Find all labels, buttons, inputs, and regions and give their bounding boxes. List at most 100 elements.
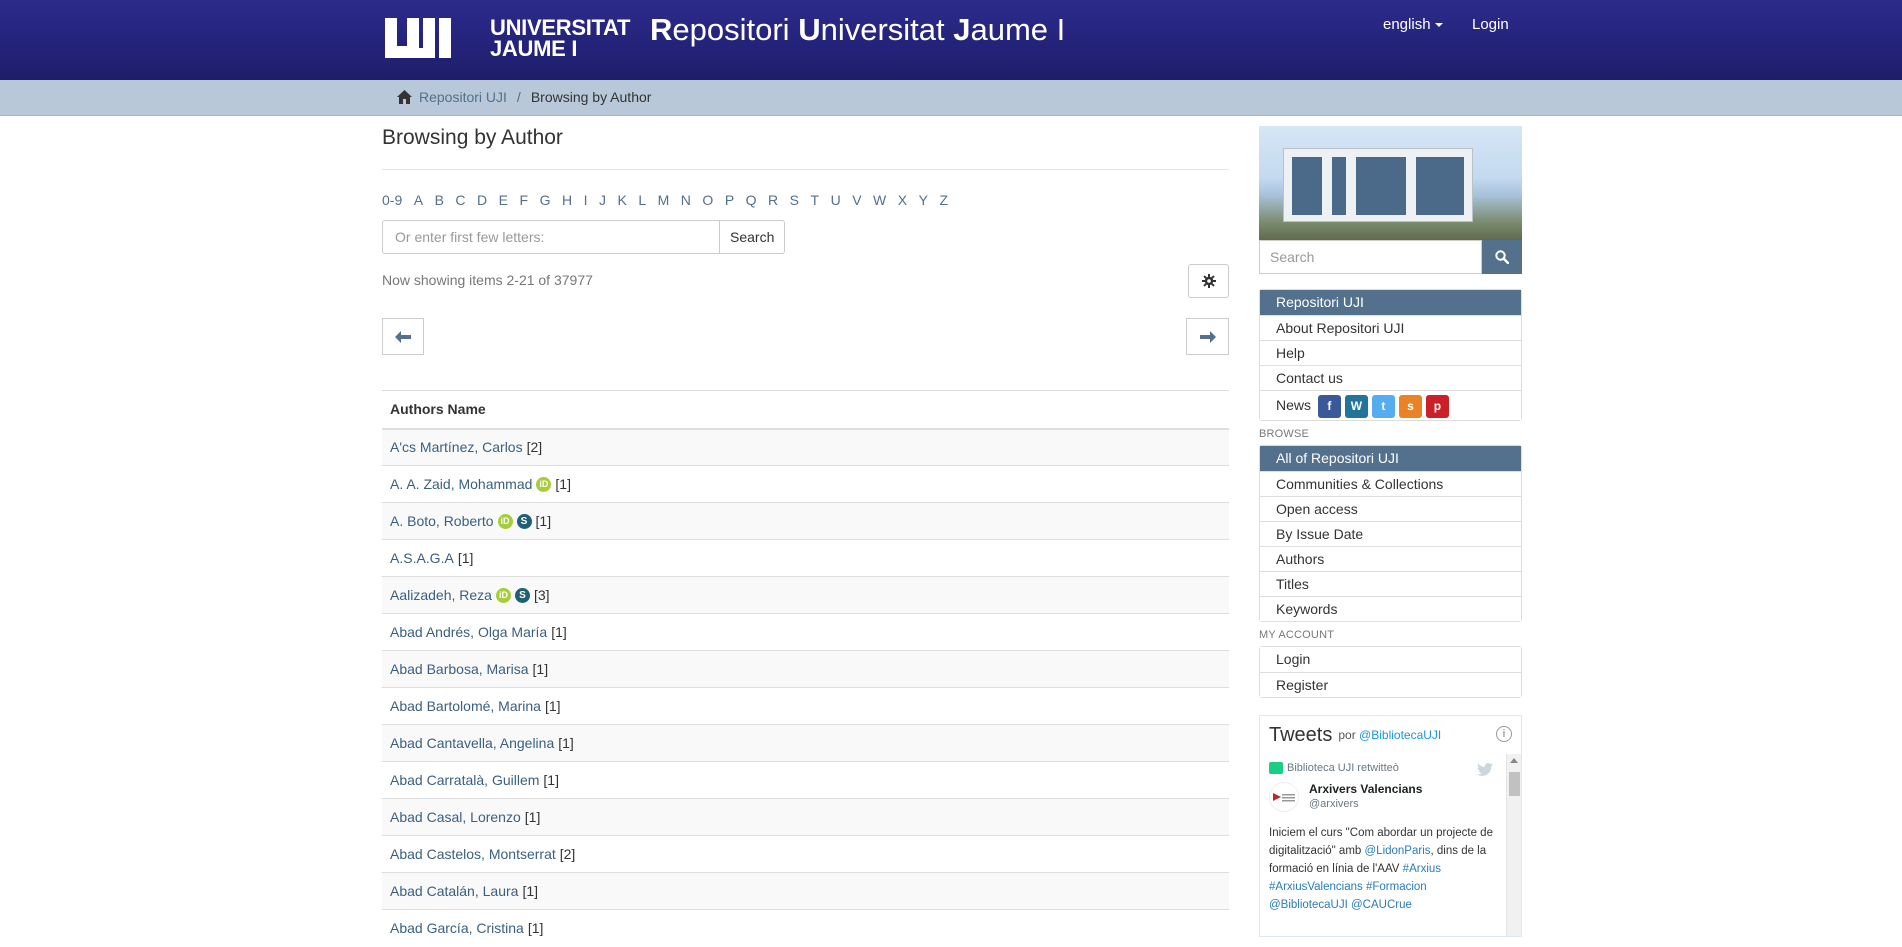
language-dropdown[interactable]: english [1383,16,1443,33]
letter-link-k[interactable]: K [617,192,626,208]
letter-link-t[interactable]: T [811,192,820,208]
author-link[interactable]: Abad Cantavella, Angelina [390,735,554,751]
account-item-login[interactable]: Login [1260,647,1521,672]
tweet-mention-3[interactable]: @CAUCrue [1351,899,1412,911]
browse-item-authors[interactable]: Authors [1260,546,1521,571]
tweet-mention-1[interactable]: @LidonParis [1365,845,1431,857]
home-icon[interactable] [397,90,412,104]
author-link[interactable]: A.S.A.G.A [390,550,454,566]
author-item-count: [2] [559,846,576,862]
letter-link-n[interactable]: N [681,192,691,208]
letter-link-f[interactable]: F [520,192,529,208]
wordpress-icon[interactable]: W [1344,394,1368,418]
slideshare-icon[interactable]: s [1398,394,1422,418]
letter-link-e[interactable]: E [499,192,508,208]
tweet-hashtag-1[interactable]: #Arxius [1403,863,1441,875]
browse-options-button[interactable] [1188,264,1229,298]
tweet-hashtag-3[interactable]: #Formacion [1366,881,1427,893]
pinterest-icon[interactable]: p [1425,394,1449,418]
browse-item-communities[interactable]: Communities & Collections [1260,471,1521,496]
author-link[interactable]: Abad Carratalà, Guillem [390,772,539,788]
sidebar-search-button[interactable] [1482,240,1522,274]
info-icon[interactable]: i [1496,726,1512,742]
browse-search-button[interactable]: Search [720,220,786,254]
tweet-mention-2[interactable]: @BibliotecaUJI [1269,899,1348,911]
browse-item-issue-date[interactable]: By Issue Date [1260,521,1521,546]
author-link[interactable]: A'cs Martínez, Carlos [390,439,523,455]
previous-page-button[interactable] [382,318,424,355]
letter-link-d[interactable]: D [477,192,487,208]
account-item-register[interactable]: Register [1260,672,1521,697]
scopus-icon[interactable]: S [514,588,530,604]
letter-link-u[interactable]: U [831,192,841,208]
letter-link-h[interactable]: H [562,192,572,208]
author-link[interactable]: Abad Casal, Lorenzo [390,809,521,825]
breadcrumb-separator: / [516,89,521,105]
letter-link-b[interactable]: B [435,192,444,208]
letter-link-p[interactable]: P [725,192,734,208]
tweet-hashtag-2[interactable]: #ArxiusValencians [1269,881,1363,893]
tweets-by-handle-link[interactable]: @BibliotecaUJI [1359,728,1441,742]
browse-item-titles[interactable]: Titles [1260,571,1521,596]
twitter-icon[interactable]: t [1371,394,1395,418]
letter-link-m[interactable]: M [658,192,670,208]
letter-link-v[interactable]: V [852,192,861,208]
scroll-up-icon[interactable] [1510,758,1518,763]
browse-all-header[interactable]: All of Repositori UJI [1260,446,1521,471]
letter-link-c[interactable]: C [455,192,465,208]
tweets-scrollbar[interactable] [1506,754,1521,936]
scrollbar-thumb[interactable] [1509,772,1520,796]
sidebar-search-input[interactable] [1259,240,1482,274]
letter-link-j[interactable]: J [599,192,606,208]
retweet-label[interactable]: Biblioteca UJI retwitteò [1287,762,1399,774]
next-page-button[interactable] [1186,318,1229,355]
author-link[interactable]: Abad García, Cristina [390,920,524,936]
author-item-count: [1] [543,772,559,788]
letter-link-0-9[interactable]: 0-9 [382,192,402,208]
breadcrumb-home-link[interactable]: Repositori UJI [419,89,507,105]
menu-item-news: News f W t s p [1260,390,1521,420]
letter-link-z[interactable]: Z [939,192,948,208]
menu-item-help[interactable]: Help [1260,340,1521,365]
author-link[interactable]: A. A. Zaid, Mohammad [390,476,532,492]
letter-link-a[interactable]: A [414,192,423,208]
letter-link-y[interactable]: Y [919,192,928,208]
scopus-icon[interactable]: S [516,514,532,530]
tweet-author-name: Arxivers Valencians [1309,782,1423,796]
author-link[interactable]: A. Boto, Roberto [390,513,494,529]
letter-link-w[interactable]: W [873,192,886,208]
orcid-icon[interactable]: iD [495,588,511,604]
menu-item-contact[interactable]: Contact us [1260,365,1521,390]
twitter-timeline: Tweets por @BibliotecaUJI i Biblioteca U… [1259,715,1522,937]
author-link[interactable]: Abad Castelos, Montserrat [390,846,556,862]
author-link[interactable]: Abad Barbosa, Marisa [390,661,529,677]
letter-link-x[interactable]: X [898,192,907,208]
letter-link-i[interactable]: I [584,192,588,208]
site-title[interactable]: Repositori Universitat Jaume I [650,12,1065,48]
header-login-link[interactable]: Login [1472,16,1509,33]
author-link[interactable]: Abad Andrés, Olga María [390,624,547,640]
letter-link-r[interactable]: R [768,192,778,208]
facebook-icon[interactable]: f [1317,394,1341,418]
letter-link-s[interactable]: S [790,192,799,208]
starts-with-input[interactable] [382,220,720,254]
uji-logo[interactable]: UNIVERSITAT JAUME I [385,17,630,61]
author-link[interactable]: Abad Bartolomé, Marina [390,698,541,714]
letter-link-o[interactable]: O [702,192,713,208]
table-row: Abad Carratalà, Guillem [1] [382,761,1229,799]
menu-item-about[interactable]: About Repositori UJI [1260,315,1521,340]
letter-link-g[interactable]: G [540,192,551,208]
orcid-icon[interactable]: iD [536,477,552,493]
letter-link-q[interactable]: Q [746,192,757,208]
browse-item-open-access[interactable]: Open access [1260,496,1521,521]
repository-menu-header[interactable]: Repositori UJI [1260,290,1521,315]
author-link[interactable]: Abad Catalán, Laura [390,883,518,899]
logo-line-2: JAUME I [490,36,578,61]
browse-item-keywords[interactable]: Keywords [1260,596,1521,621]
letter-link-l[interactable]: L [638,192,646,208]
orcid-icon[interactable]: iD [497,514,513,530]
table-row: A. Boto, Roberto iD S [1] [382,502,1229,540]
table-row: Aalizadeh, Reza iD S [3] [382,576,1229,614]
tweet-author[interactable]: Arxivers Valencians @arxivers [1269,782,1493,812]
author-link[interactable]: Aalizadeh, Reza [390,587,492,603]
